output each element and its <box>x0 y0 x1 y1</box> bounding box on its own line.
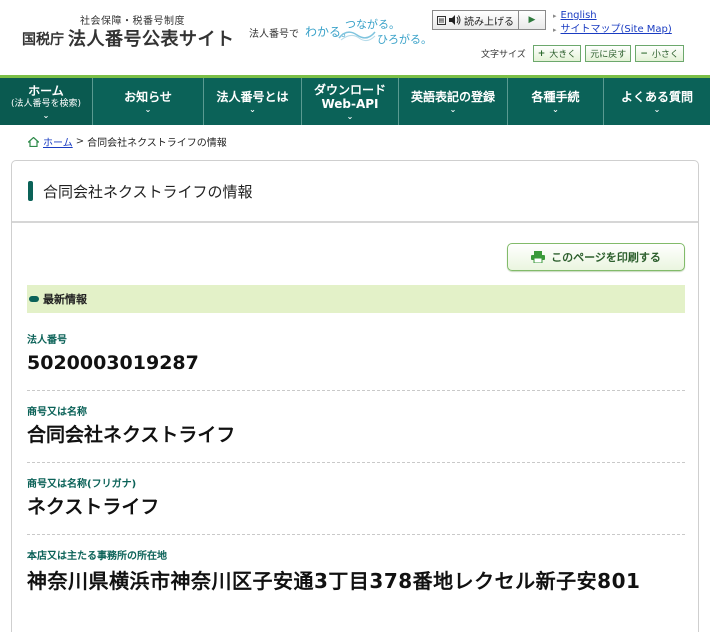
tagline-prefix: 法人番号で <box>249 29 299 40</box>
chevron-down-icon: ⌄ <box>449 104 457 114</box>
field-value: 神奈川県横浜市神奈川区子安通3丁目378番地レクセル新子安801 <box>27 569 641 593</box>
nav-item-procedures[interactable]: 各種手続 ⌄ <box>508 78 604 125</box>
section-marker-icon <box>29 296 39 302</box>
logo-site-name: 法人番号公表サイト <box>68 29 235 50</box>
field-trade-name: 商号又は名称 合同会社ネクストライフ <box>27 403 685 448</box>
chevron-down-icon: ⌄ <box>249 104 256 114</box>
main-nav: ホーム (法人番号を検索) ⌄ お知らせ ⌄ 法人番号とは ⌄ ダウンロード W… <box>0 75 710 125</box>
nav-item-home[interactable]: ホーム (法人番号を検索) ⌄ <box>0 78 93 125</box>
breadcrumb-current: 合同会社ネクストライフの情報 <box>87 138 227 149</box>
field-divider <box>27 390 685 391</box>
speaker-icon <box>449 15 461 25</box>
chevron-down-icon: ⌄ <box>346 111 354 121</box>
site-header: 社会保障・税番号制度 国税庁 法人番号公表サイト 法人番号で わかる。 つながる… <box>0 0 710 75</box>
site-logo[interactable]: 社会保障・税番号制度 国税庁 法人番号公表サイト <box>22 12 237 52</box>
field-head-office-address: 本店又は主たる事務所の所在地 神奈川県横浜市神奈川区子安通3丁目378番地レクセ… <box>27 547 685 596</box>
field-divider <box>27 462 685 463</box>
font-size-label: 文字サイズ <box>481 50 526 60</box>
plus-icon: + <box>537 48 546 59</box>
field-value: 合同会社ネクストライフ <box>27 424 236 446</box>
read-aloud-label: 読み上げる <box>464 16 514 28</box>
chevron-down-icon: ⌄ <box>653 104 661 114</box>
link-arrow-icon: ▸ <box>553 26 557 34</box>
minus-icon: − <box>640 48 648 59</box>
section-label: 最新情報 <box>43 293 87 306</box>
corporate-info-panel: 合同会社ネクストライフの情報 このページを印刷する 最新情報 法人番号 5020… <box>11 160 699 632</box>
field-divider <box>27 534 685 535</box>
nav-item-faq[interactable]: よくある質問 ⌄ <box>604 78 710 125</box>
read-aloud-box-icon: ▤ <box>437 15 446 25</box>
play-icon: ▶ <box>528 15 536 25</box>
nav-item-about[interactable]: 法人番号とは ⌄ <box>204 78 302 125</box>
font-size-controls: 文字サイズ + 大きく 元に戻す − 小さく <box>481 45 688 62</box>
page-title: 合同会社ネクストライフの情報 <box>43 182 253 201</box>
home-icon <box>28 136 39 147</box>
field-label: 商号又は名称(フリガナ) <box>27 479 137 490</box>
logo-agency: 国税庁 <box>22 32 64 48</box>
field-label: 本店又は主たる事務所の所在地 <box>27 551 167 562</box>
chevron-down-icon: ⌄ <box>42 110 50 120</box>
tagline-hirogaru: ひろがる。 <box>377 33 432 46</box>
nav-item-download[interactable]: ダウンロード Web-API ⌄ <box>302 78 399 125</box>
sitemap-link[interactable]: ▸ サイトマップ(Site Map) <box>553 23 672 37</box>
breadcrumb-separator: > <box>75 136 85 147</box>
field-trade-name-furigana: 商号又は名称(フリガナ) ネクストライフ <box>27 475 685 520</box>
breadcrumb: ホーム > 合同会社ネクストライフの情報 <box>28 134 227 149</box>
field-label: 商号又は名称 <box>27 407 87 418</box>
section-header-latest: 最新情報 <box>27 285 685 313</box>
font-size-larger-button[interactable]: + 大きく <box>532 45 582 62</box>
print-button-label: このページを印刷する <box>551 251 661 264</box>
read-aloud-button[interactable]: ▤ 読み上げる <box>433 11 519 29</box>
swirl-icon <box>338 31 376 42</box>
field-label: 法人番号 <box>27 335 67 346</box>
field-value: 5020003019287 <box>27 352 199 374</box>
nav-item-news[interactable]: お知らせ ⌄ <box>93 78 204 125</box>
link-arrow-icon: ▸ <box>553 12 557 20</box>
print-page-button[interactable]: このページを印刷する <box>507 243 685 271</box>
printer-icon <box>531 251 546 263</box>
nav-item-english-registration[interactable]: 英語表記の登録 ⌄ <box>399 78 508 125</box>
panel-header: 合同会社ネクストライフの情報 <box>12 161 698 223</box>
tagline: 法人番号で わかる。 つながる。 ひろがる。 <box>249 14 432 46</box>
chevron-down-icon: ⌄ <box>144 104 152 114</box>
read-aloud-widget[interactable]: ▤ 読み上げる ▶ <box>432 10 546 30</box>
english-link[interactable]: ▸ English <box>553 9 672 23</box>
chevron-down-icon: ⌄ <box>552 104 559 114</box>
title-bar-marker <box>28 181 33 201</box>
font-size-reset-button[interactable]: 元に戻す <box>585 45 632 62</box>
play-button[interactable]: ▶ <box>519 15 545 25</box>
field-value: ネクストライフ <box>27 496 160 518</box>
breadcrumb-home-link[interactable]: ホーム <box>43 134 73 149</box>
field-corporate-number: 法人番号 5020003019287 <box>27 331 685 376</box>
font-size-smaller-button[interactable]: − 小さく <box>635 45 684 62</box>
top-links: ▸ English ▸ サイトマップ(Site Map) <box>553 9 672 37</box>
